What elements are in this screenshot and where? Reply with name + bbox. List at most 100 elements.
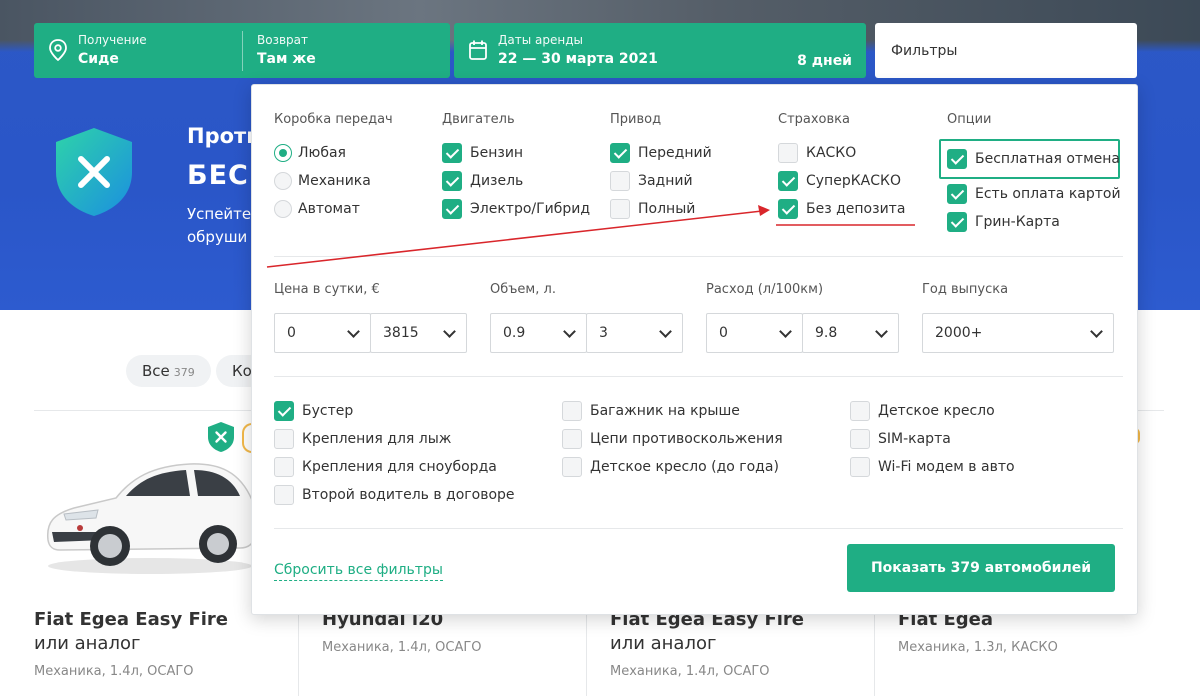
radio-transmission-any[interactable]: Любая (274, 143, 346, 163)
checkbox-control[interactable] (274, 485, 294, 505)
checkbox-drive-rear[interactable]: Задний (610, 171, 693, 191)
drive-heading: Привод (610, 112, 662, 127)
consumption-from-select[interactable]: 0 (706, 313, 803, 353)
radio-control[interactable] (274, 172, 292, 190)
option-label: Детское кресло (878, 403, 995, 419)
checkbox-control[interactable] (562, 401, 582, 421)
shield-x-icon (56, 128, 132, 216)
panel-divider (274, 376, 1123, 377)
checkbox-control[interactable] (850, 401, 870, 421)
checkbox-extra-wifi[interactable]: Wi-Fi модем в авто (850, 457, 1015, 477)
checkbox-engine-electric[interactable]: Электро/Гибрид (442, 199, 590, 219)
checkbox-extra-sim-card[interactable]: SIM-карта (850, 429, 951, 449)
checkbox-control[interactable] (947, 184, 967, 204)
option-label: Механика (298, 173, 371, 189)
checkbox-insurance-no-deposit[interactable]: Без депозита (778, 199, 905, 219)
checkbox-control[interactable] (562, 457, 582, 477)
checkbox-control[interactable] (850, 457, 870, 477)
radio-control[interactable] (274, 200, 292, 218)
show-results-button[interactable]: Показать 379 автомобилей (847, 544, 1115, 592)
checkbox-control[interactable] (274, 401, 294, 421)
select-value: 0.9 (503, 325, 526, 341)
price-to-select[interactable]: 3815 (370, 313, 467, 353)
volume-from-select[interactable]: 0.9 (490, 313, 587, 353)
filters-button[interactable]: Фильтры (875, 23, 1137, 78)
checkbox-control[interactable] (778, 143, 798, 163)
option-label: Дизель (470, 173, 524, 189)
car-meta: Механика, 1.4л, ОСАГО (610, 664, 770, 679)
checkbox-extra-child-seat[interactable]: Детское кресло (850, 401, 995, 421)
consumption-to-select[interactable]: 9.8 (802, 313, 899, 353)
consumption-heading: Расход (л/100км) (706, 282, 824, 297)
checkbox-extra-infant-seat[interactable]: Детское кресло (до года) (562, 457, 779, 477)
option-label: Без депозита (806, 201, 906, 217)
radio-transmission-manual[interactable]: Механика (274, 171, 371, 191)
car-image (46, 463, 255, 574)
checkbox-control[interactable] (610, 171, 630, 191)
checkbox-engine-petrol[interactable]: Бензин (442, 143, 523, 163)
checkbox-extra-snowboard-rack[interactable]: Крепления для сноуборда (274, 457, 497, 477)
price-from-select[interactable]: 0 (274, 313, 371, 353)
pickup-field[interactable]: Получение Сиде (78, 33, 147, 67)
checkbox-control[interactable] (274, 429, 294, 449)
checkbox-extra-second-driver[interactable]: Второй водитель в договоре (274, 485, 515, 505)
checkbox-control[interactable] (610, 199, 630, 219)
insurance-heading: Страховка (778, 112, 850, 127)
dates-value: 22 — 30 марта 2021 (498, 51, 658, 67)
checkbox-control[interactable] (778, 199, 798, 219)
radio-transmission-auto[interactable]: Автомат (274, 199, 360, 219)
checkbox-control[interactable] (562, 429, 582, 449)
checkbox-extra-ski-rack[interactable]: Крепления для лыж (274, 429, 451, 449)
car-subtitle: или аналог (34, 633, 141, 654)
checkbox-control[interactable] (442, 199, 462, 219)
location-selector[interactable]: Получение Сиде Возврат Там же (34, 23, 450, 78)
chevron-down-icon (1090, 325, 1103, 338)
checkbox-control[interactable] (778, 171, 798, 191)
checkbox-drive-front[interactable]: Передний (610, 143, 712, 163)
reset-filters-link[interactable]: Сбросить все фильтры (274, 562, 443, 581)
chip-label: Ко (232, 362, 252, 380)
checkbox-free-cancel[interactable]: Бесплатная отмена (947, 149, 1120, 169)
year-select[interactable]: 2000+ (922, 313, 1114, 353)
option-label: Бустер (302, 403, 354, 419)
dates-field: Даты аренды 22 — 30 марта 2021 (498, 33, 658, 67)
checkbox-extra-roof-rack[interactable]: Багажник на крыше (562, 401, 740, 421)
option-label: Цепи противоскольжения (590, 431, 783, 447)
location-separator (242, 31, 243, 71)
option-label: Любая (298, 145, 346, 161)
volume-to-select[interactable]: 3 (586, 313, 683, 353)
checkbox-control[interactable] (947, 149, 967, 169)
option-label: SIM-карта (878, 431, 951, 447)
option-label: СуперКАСКО (806, 173, 901, 189)
filters-panel: Коробка передач Любая Механика Автомат Д… (251, 84, 1138, 615)
option-label: КАСКО (806, 145, 857, 161)
hero-title-line1: Проти (187, 124, 261, 148)
price-heading: Цена в сутки, € (274, 282, 380, 297)
checkbox-control[interactable] (947, 212, 967, 232)
checkbox-insurance-kasko[interactable]: КАСКО (778, 143, 856, 163)
checkbox-green-card[interactable]: Грин-Карта (947, 212, 1060, 232)
checkbox-control[interactable] (274, 457, 294, 477)
checkbox-control[interactable] (442, 143, 462, 163)
radio-control[interactable] (274, 144, 292, 162)
option-label: Автомат (298, 201, 360, 217)
option-label: Второй водитель в договоре (302, 487, 515, 503)
select-value: 9.8 (815, 325, 838, 341)
checkbox-extra-snow-chains[interactable]: Цепи противоскольжения (562, 429, 783, 449)
engine-heading: Двигатель (442, 112, 515, 127)
checkbox-control[interactable] (850, 429, 870, 449)
checkbox-control[interactable] (442, 171, 462, 191)
car-title[interactable]: Fiat Egea Easy Fire (34, 609, 228, 630)
checkbox-insurance-superkasko[interactable]: СуперКАСКО (778, 171, 901, 191)
checkbox-control[interactable] (610, 143, 630, 163)
checkbox-engine-diesel[interactable]: Дизель (442, 171, 523, 191)
chip-all[interactable]: Все 379 (126, 355, 211, 387)
rental-dates-selector[interactable]: Даты аренды 22 — 30 марта 2021 8 дней (454, 23, 866, 78)
return-field[interactable]: Возврат Там же (257, 33, 316, 67)
checkbox-drive-awd[interactable]: Полный (610, 199, 695, 219)
checkbox-extra-booster[interactable]: Бустер (274, 401, 353, 421)
hero-text-line2: обруши (187, 228, 248, 246)
select-value: 0 (719, 325, 728, 341)
checkbox-card-payment[interactable]: Есть оплата картой (947, 184, 1121, 204)
pickup-value: Сиде (78, 51, 119, 67)
